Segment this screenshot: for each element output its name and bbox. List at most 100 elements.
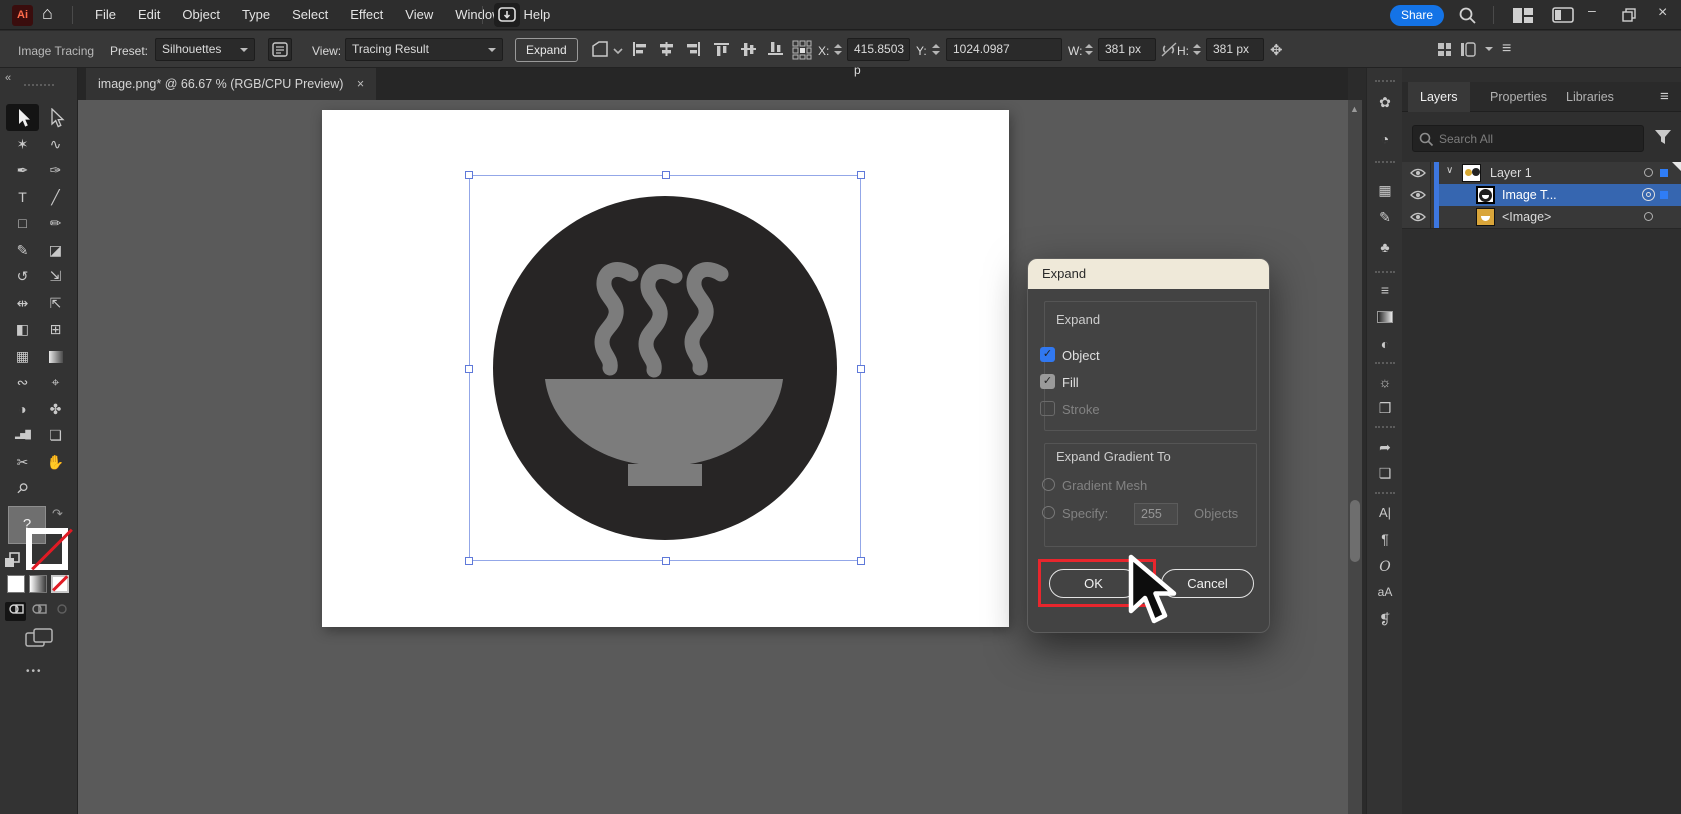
magic-wand-tool[interactable]: ✶	[6, 131, 39, 158]
drag-handle[interactable]	[1375, 492, 1395, 494]
arrange-icon[interactable]	[1460, 42, 1476, 57]
restore-button[interactable]	[1622, 8, 1637, 22]
align-top-icon[interactable]	[714, 42, 729, 56]
paintbrush-tool[interactable]: ✏	[39, 210, 72, 237]
stroke-checkbox[interactable]	[1040, 401, 1055, 416]
constrain-proportions-icon[interactable]	[1160, 41, 1178, 58]
handle-middle-right[interactable]	[857, 365, 865, 373]
target-circle-icon[interactable]	[1644, 212, 1653, 221]
collapse-toolbar-icon[interactable]: «	[5, 72, 11, 84]
menu-edit[interactable]: Edit	[127, 0, 171, 29]
visibility-eye-icon[interactable]	[1410, 212, 1426, 222]
selection-bounding-box[interactable]	[469, 175, 861, 561]
rotate-tool[interactable]: ↺	[6, 263, 39, 290]
layer-thumbnail[interactable]	[1462, 164, 1481, 182]
align-bottom-icon[interactable]	[768, 42, 783, 56]
more-tools-ellipsis[interactable]: •••	[26, 666, 43, 677]
dialog-title-bar[interactable]: Expand	[1028, 259, 1269, 289]
layer-thumbnail[interactable]	[1476, 208, 1495, 226]
share-button[interactable]: Share	[1390, 5, 1444, 26]
fill-new-objects-icon[interactable]	[590, 41, 624, 59]
scrollbar-thumb[interactable]	[1350, 500, 1360, 562]
workspace-switcher-icon[interactable]	[1512, 7, 1534, 24]
home-icon[interactable]: ⌂	[42, 3, 53, 24]
opentype-panel-icon[interactable]: O	[1367, 559, 1403, 575]
view-dropdown[interactable]: Tracing Result	[345, 38, 503, 61]
twist-tool[interactable]: ∾	[6, 369, 39, 396]
chevron-down-icon[interactable]	[1485, 47, 1493, 55]
artboard-tool[interactable]: ❏	[39, 422, 72, 449]
specify-objects-input[interactable]: 255	[1134, 503, 1178, 525]
tab-libraries[interactable]: Libraries	[1554, 82, 1626, 112]
search-input[interactable]	[1439, 129, 1635, 148]
transform-icon[interactable]: ✥	[1270, 41, 1283, 59]
document-status-button[interactable]	[494, 3, 520, 27]
h-stepper[interactable]	[1192, 39, 1203, 60]
vertical-scrollbar[interactable]: ▲	[1348, 100, 1362, 814]
tracing-panel-button[interactable]	[268, 38, 292, 61]
expand-chevron-icon[interactable]: ∨	[1446, 165, 1453, 176]
filter-funnel-icon[interactable]	[1654, 129, 1672, 146]
handle-middle-left[interactable]	[465, 365, 473, 373]
eyedropper-tool[interactable]: ⌖	[39, 369, 72, 396]
glyphs-panel-icon[interactable]: aA	[1367, 585, 1403, 599]
menu-select[interactable]: Select	[281, 0, 339, 29]
graphic-styles-panel-icon[interactable]: ❒	[1367, 400, 1403, 417]
align-left-icon[interactable]	[632, 42, 647, 56]
target-circle-icon[interactable]	[1644, 168, 1653, 177]
drag-handle[interactable]	[1375, 426, 1395, 428]
menu-effect[interactable]: Effect	[339, 0, 394, 29]
rectangle-tool[interactable]: □	[6, 210, 39, 237]
close-tab-icon[interactable]: ×	[357, 77, 364, 91]
layer-name[interactable]: Layer 1	[1490, 166, 1532, 180]
free-transform-tool[interactable]: ⇱	[39, 290, 72, 317]
visibility-eye-icon[interactable]	[1410, 190, 1426, 200]
type-tool[interactable]: T	[6, 184, 39, 211]
asset-export-panel-icon[interactable]: ➦	[1367, 439, 1403, 456]
w-field[interactable]: 381 px	[1098, 38, 1156, 61]
brushes-panel-icon[interactable]: ✎	[1367, 209, 1403, 226]
scale-tool[interactable]: ⇲	[39, 263, 72, 290]
align-center-horizontal-icon[interactable]	[659, 42, 674, 56]
mesh-tool[interactable]: ▦	[6, 343, 39, 370]
handle-top-left[interactable]	[465, 171, 473, 179]
none-fill-button[interactable]	[51, 575, 69, 593]
layer-name[interactable]: Image T...	[1502, 188, 1557, 202]
gradient-fill-button[interactable]	[29, 575, 47, 593]
selection-indicator[interactable]	[1660, 169, 1668, 177]
panel-menu-icon[interactable]: ≡	[1648, 82, 1681, 112]
blend-tool[interactable]: ◑	[6, 396, 39, 423]
color-fill-button[interactable]	[7, 575, 25, 593]
lasso-tool[interactable]: ∿	[39, 131, 72, 158]
handle-bottom-right[interactable]	[857, 557, 865, 565]
y-field[interactable]: 1024.0987	[946, 38, 1062, 61]
fill-checkbox[interactable]: ✓	[1040, 374, 1055, 389]
gradient-tool[interactable]	[39, 343, 72, 370]
menu-view[interactable]: View	[394, 0, 444, 29]
minimize-button[interactable]: –	[1588, 2, 1596, 18]
document-tab[interactable]: image.png* @ 66.67 % (RGB/CPU Preview) ×	[86, 68, 376, 100]
drag-handle[interactable]	[24, 84, 54, 86]
handle-bottom-left[interactable]	[465, 557, 473, 565]
curvature-tool[interactable]: ✑	[39, 157, 72, 184]
drag-handle[interactable]	[1375, 271, 1395, 273]
illustrator-app-icon[interactable]: Ai	[12, 5, 33, 26]
swap-fill-stroke-icon[interactable]: ↷	[52, 506, 63, 522]
direct-selection-tool[interactable]	[39, 104, 72, 131]
drag-handle[interactable]	[1375, 161, 1395, 163]
x-field[interactable]: 415.8503 p	[847, 38, 910, 61]
selection-tool[interactable]	[6, 104, 39, 131]
column-graph-tool[interactable]: ▂▅█	[6, 422, 39, 449]
transparency-panel-icon[interactable]: ◐	[1367, 336, 1403, 352]
gradient-mesh-radio[interactable]	[1042, 478, 1055, 491]
eraser-tool[interactable]: ◪	[39, 237, 72, 264]
preset-dropdown[interactable]: Silhouettes	[155, 38, 255, 61]
h-field[interactable]: 381 px	[1206, 38, 1264, 61]
drag-handle[interactable]	[1375, 80, 1395, 82]
layer-name[interactable]: <Image>	[1502, 210, 1551, 224]
visibility-eye-icon[interactable]	[1410, 168, 1426, 178]
arrange-documents-icon[interactable]	[1552, 7, 1574, 23]
perspective-grid-tool[interactable]: ⊞	[39, 316, 72, 343]
pen-tool[interactable]: ✒	[6, 157, 39, 184]
draw-behind-mode-button[interactable]	[28, 602, 49, 621]
